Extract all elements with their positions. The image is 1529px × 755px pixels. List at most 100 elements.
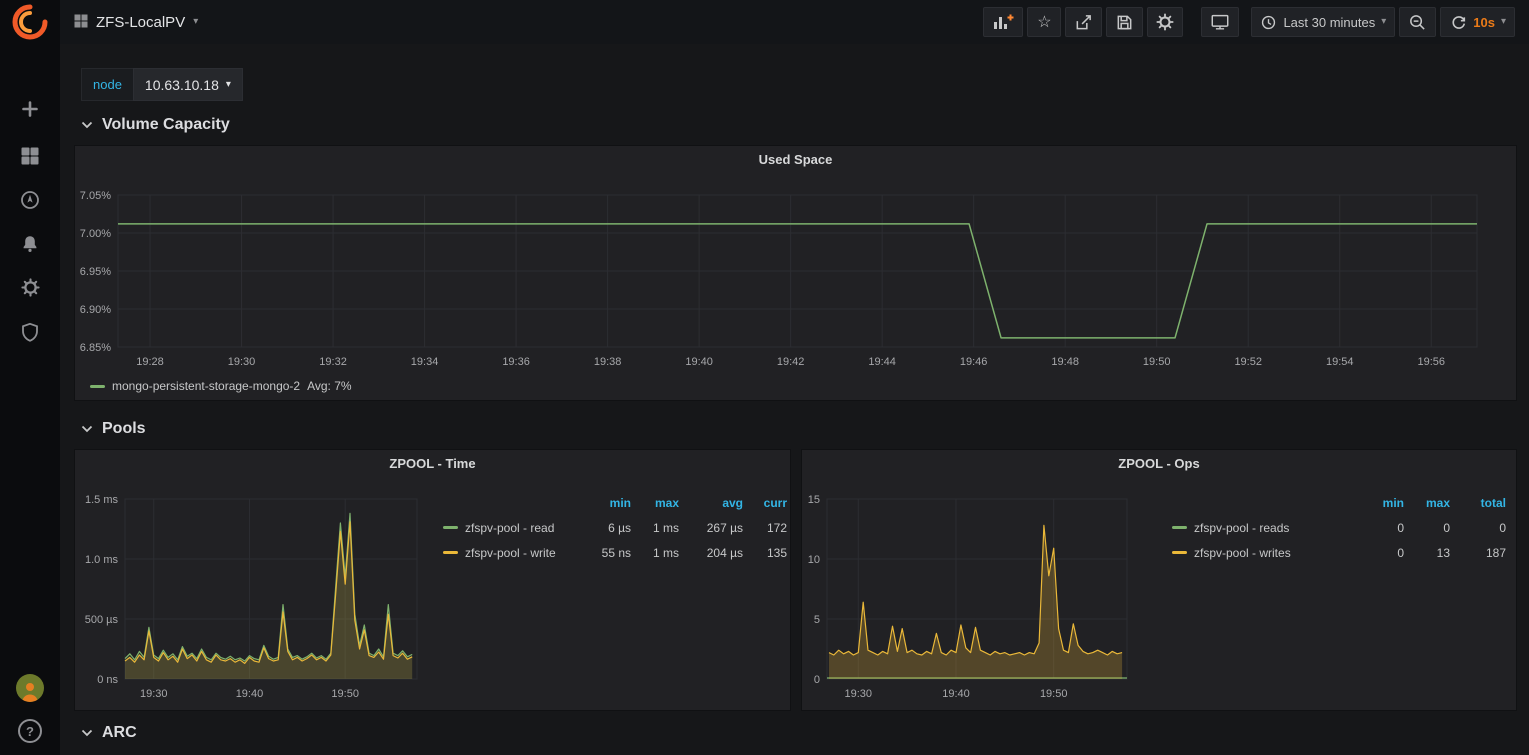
legend-header-row: min max avg curr [443,490,787,515]
side-menu: ? [0,0,60,755]
panel-title[interactable]: Used Space [75,146,1516,172]
series-name: zfspv-pool - read [465,521,554,535]
value-min: 6 µs [579,521,631,535]
section-arc[interactable]: ARC [81,724,137,742]
panel-title[interactable]: ZPOOL - Time [75,450,790,476]
svg-text:19:30: 19:30 [845,688,873,700]
value-total: 187 [1450,546,1506,560]
section-volume-capacity[interactable]: Volume Capacity [81,116,230,134]
col-avg: avg [679,496,743,510]
share-icon [1074,13,1093,32]
zoom-out-button[interactable] [1399,7,1436,37]
caret-down-icon: ▾ [226,80,231,90]
save-button[interactable] [1106,7,1143,37]
value-max: 13 [1404,546,1450,560]
time-range-picker[interactable]: Last 30 minutes ▾ [1251,7,1395,37]
share-button[interactable] [1065,7,1102,37]
series-color-swatch [1172,526,1187,529]
sidebar-item-server-admin[interactable] [0,311,60,355]
tv-mode-button[interactable] [1201,7,1239,37]
svg-text:7.00%: 7.00% [80,228,111,240]
value-max: 1 ms [631,521,679,535]
grafana-dashboard: ? ZFS-LocalPV ▾ [0,0,1529,755]
svg-text:0 ns: 0 ns [97,674,118,686]
plus-icon [20,99,40,122]
legend-row-reads[interactable]: zfspv-pool - reads 0 0 0 [1172,515,1506,540]
section-title: Volume Capacity [102,116,230,134]
caret-down-icon: ▾ [193,17,198,27]
top-navbar: ZFS-LocalPV ▾ ☆ [60,0,1529,44]
section-title: ARC [102,724,137,742]
sidebar-item-explore[interactable] [0,179,60,223]
svg-text:500 µs: 500 µs [85,614,119,626]
zpool-ops-chart[interactable]: 15105019:3019:4019:50 [802,476,1162,706]
dashboard-title-button[interactable]: ZFS-LocalPV ▾ [74,14,198,31]
user-avatar[interactable] [16,674,44,702]
svg-text:19:34: 19:34 [411,356,439,368]
legend-row-read[interactable]: zfspv-pool - read 6 µs 1 ms 267 µs 172 [443,515,787,540]
svg-text:15: 15 [808,494,820,506]
chevron-down-icon [81,729,93,737]
template-variable-node[interactable]: node 10.63.10.18 ▾ [81,68,243,101]
tv-icon [1210,12,1230,32]
svg-text:19:40: 19:40 [942,688,970,700]
star-icon: ☆ [1037,12,1051,32]
svg-text:7.05%: 7.05% [80,190,111,202]
panel-used-space: Used Space 7.05%7.00%6.95%6.90%6.85%19:2… [75,146,1516,400]
svg-text:19:54: 19:54 [1326,356,1354,368]
caret-down-icon: ▾ [1501,17,1506,27]
refresh-picker[interactable]: 10s ▾ [1440,7,1515,37]
sidebar-item-configuration[interactable] [0,267,60,311]
bell-icon [20,234,40,257]
col-total: total [1450,496,1506,510]
used-space-chart[interactable]: 7.05%7.00%6.95%6.90%6.85%19:2819:3019:32… [75,172,1516,378]
legend-row-writes[interactable]: zfspv-pool - writes 0 13 187 [1172,540,1506,565]
col-max: max [631,496,679,510]
shield-icon [20,322,40,345]
svg-text:6.90%: 6.90% [80,304,111,316]
value-min: 55 ns [579,546,631,560]
panel-title[interactable]: ZPOOL - Ops [802,450,1516,476]
zoom-out-icon [1408,13,1427,32]
time-range-label: Last 30 minutes [1283,15,1375,30]
svg-text:19:48: 19:48 [1051,356,1079,368]
series-name: zfspv-pool - writes [1194,546,1291,560]
sidebar-item-alerting[interactable] [0,223,60,267]
panel-zpool-ops: ZPOOL - Ops 15105019:3019:4019:50 min ma… [802,450,1516,710]
zpool-time-chart[interactable]: 1.5 ms1.0 ms500 µs0 ns19:3019:4019:50 [75,476,443,706]
legend-row-write[interactable]: zfspv-pool - write 55 ns 1 ms 204 µs 135 [443,540,787,565]
svg-text:19:50: 19:50 [1040,688,1068,700]
value-min: 0 [1352,546,1404,560]
gear-icon [1156,13,1174,31]
svg-text:19:56: 19:56 [1417,356,1445,368]
series-name: mongo-persistent-storage-mongo-2 [112,379,300,393]
svg-text:19:28: 19:28 [136,356,164,368]
sidebar-item-create[interactable] [0,88,60,132]
svg-text:19:40: 19:40 [685,356,713,368]
save-icon [1115,13,1134,32]
navbar-actions: ☆ [979,7,1515,37]
col-curr: curr [743,496,787,510]
value-avg: 267 µs [679,521,743,535]
svg-text:19:36: 19:36 [502,356,530,368]
add-panel-button[interactable] [983,7,1023,37]
chevron-down-icon [81,121,93,129]
svg-text:5: 5 [814,614,820,626]
svg-text:19:50: 19:50 [331,688,359,700]
star-button[interactable]: ☆ [1027,7,1061,37]
series-avg: Avg: 7% [307,379,351,393]
zpool-time-legend: min max avg curr zfspv-pool - read 6 µs … [443,490,787,565]
dashboards-grid-icon [20,146,40,169]
value-avg: 204 µs [679,546,743,560]
svg-text:1.5 ms: 1.5 ms [85,494,119,506]
dashboard-settings-button[interactable] [1147,7,1183,37]
section-pools[interactable]: Pools [81,420,146,438]
svg-text:10: 10 [808,554,820,566]
help-button[interactable]: ? [18,719,42,743]
col-min: min [579,496,631,510]
legend-item[interactable]: mongo-persistent-storage-mongo-2 Avg: 7% [90,379,352,393]
grafana-logo-icon[interactable] [10,2,50,42]
svg-text:19:42: 19:42 [777,356,805,368]
sidebar-item-dashboards[interactable] [0,135,60,179]
variable-value-dropdown[interactable]: 10.63.10.18 ▾ [133,68,243,101]
